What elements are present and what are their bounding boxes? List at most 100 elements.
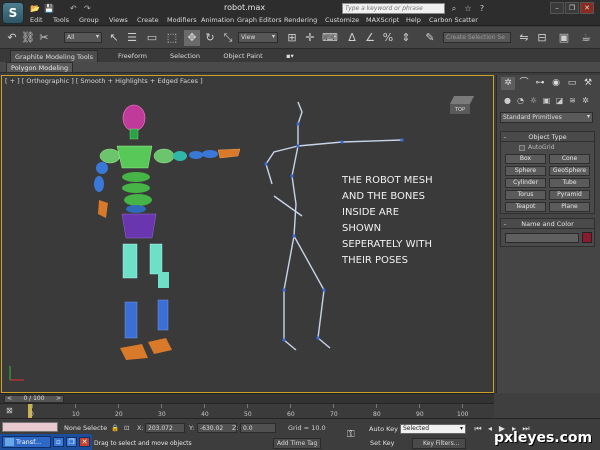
geosphere-button[interactable]: GeoSphere [549, 166, 590, 176]
add-time-tag-button[interactable]: Add Time Tag [273, 438, 322, 449]
percent-snap-icon[interactable]: % [380, 30, 396, 46]
tab-selection[interactable]: Selection [165, 50, 205, 62]
create-tab-icon[interactable]: ✲ [501, 77, 515, 90]
menu-carbon-scatter[interactable]: Carbon Scatter [429, 16, 478, 24]
cylinder-button[interactable]: Cylinder [505, 178, 546, 188]
selection-filter-dropdown[interactable]: All [64, 32, 102, 43]
snaps-icon[interactable]: ∆ [344, 30, 360, 46]
pivot-icon[interactable]: ⊞ [284, 30, 300, 46]
named-selection-dropdown[interactable]: Create Selection Se [443, 32, 511, 43]
z-coord-field[interactable]: 0.0 [240, 423, 276, 433]
sphere-button[interactable]: Sphere [505, 166, 546, 176]
key-set-dropdown[interactable]: Selected [400, 424, 466, 434]
menu-tools[interactable]: Tools [53, 16, 69, 24]
key-icon[interactable]: ⚿ [347, 429, 355, 440]
tube-button[interactable]: Tube [549, 178, 590, 188]
close-button[interactable]: ✕ [580, 2, 594, 14]
name-color-header[interactable]: Name and Color [501, 219, 594, 229]
viewcube[interactable]: TOP [450, 96, 474, 114]
key-filters-button[interactable]: Key Filters... [412, 438, 466, 449]
save-icon[interactable]: 💾 [44, 4, 54, 16]
binoculars-icon[interactable]: ⌕ [448, 3, 460, 14]
auto-key-button[interactable]: Auto Key [369, 425, 398, 433]
maxscript-listener-field[interactable] [2, 422, 58, 432]
mini-curve-editor-icon[interactable]: ⊠ [6, 406, 18, 416]
redo-icon[interactable]: ↷ [84, 4, 91, 16]
prev-frame-icon[interactable]: < [7, 396, 12, 402]
open-icon[interactable]: 📂 [30, 4, 40, 16]
undo-icon[interactable]: ↶ [70, 4, 77, 16]
menu-customize[interactable]: Customize [325, 16, 359, 24]
autogrid-checkbox[interactable]: AutoGrid [519, 144, 555, 151]
shapes-icon[interactable]: ◔ [514, 95, 527, 107]
utilities-tab-icon[interactable]: ⚒ [581, 77, 595, 90]
menu-edit[interactable]: Edit [30, 16, 43, 24]
taskbar-restore-icon[interactable]: ❐ [66, 437, 77, 447]
menu-animation[interactable]: Animation [201, 16, 234, 24]
geometry-icon[interactable]: ● [501, 95, 514, 107]
robot-mesh[interactable] [94, 104, 241, 360]
pyramid-button[interactable]: Pyramid [549, 190, 590, 200]
taskbar-minimize-icon[interactable]: ▫ [53, 437, 64, 447]
torus-button[interactable]: Torus [505, 190, 546, 200]
tab-polygon-modeling[interactable]: Polygon Modeling [6, 62, 74, 73]
set-key-button[interactable]: Set Key [370, 439, 395, 447]
tab-object-paint[interactable]: Object Paint [218, 50, 268, 62]
viewport[interactable]: [ + ] [ Orthographic ] [ Smooth + Highli… [1, 75, 494, 393]
space-warps-icon[interactable]: ≋ [566, 95, 579, 107]
modify-tab-icon[interactable]: ⌒ [517, 77, 531, 90]
track-bar[interactable]: ⊠ 0 10 20 30 40 50 60 70 80 90 100 [0, 403, 494, 419]
render-setup-icon[interactable]: ▣ [556, 30, 572, 46]
select-by-name-icon[interactable]: ☰ [124, 30, 140, 46]
restore-button[interactable]: ❐ [565, 2, 579, 14]
cone-button[interactable]: Cone [549, 154, 590, 164]
menu-views[interactable]: Views [109, 16, 128, 24]
unlink-icon[interactable]: ✂ [36, 30, 52, 46]
time-slider[interactable]: < 0 / 100 > [0, 393, 494, 403]
x-coord-field[interactable]: 203.072 [145, 423, 185, 433]
window-crossing-icon[interactable]: ⬚ [164, 30, 180, 46]
edit-named-selection-icon[interactable]: ✎ [422, 30, 438, 46]
manipulate-icon[interactable]: ✛ [302, 30, 318, 46]
angle-snap-icon[interactable]: ∠ [362, 30, 378, 46]
primitive-category-dropdown[interactable]: Standard Primitives [500, 112, 593, 123]
align-icon[interactable]: ⊟ [534, 30, 550, 46]
rect-selection-icon[interactable]: ▭ [144, 30, 160, 46]
absolute-mode-icon[interactable]: ⊡ [124, 424, 129, 432]
menu-graph-editors[interactable]: Graph Editors [237, 16, 282, 24]
help-icon[interactable]: ? [476, 3, 488, 14]
teapot-button[interactable]: Teapot [505, 202, 546, 212]
systems-icon[interactable]: ✲ [579, 95, 592, 107]
object-type-header[interactable]: Object Type [501, 132, 594, 142]
plane-button[interactable]: Plane [549, 202, 590, 212]
ribbon-options-icon[interactable]: ▪▾ [282, 50, 298, 62]
menu-create[interactable]: Create [137, 16, 159, 24]
app-logo-button[interactable]: S [2, 2, 24, 24]
undo-tool-icon[interactable]: ↶ [4, 30, 20, 46]
object-name-field[interactable] [505, 233, 579, 243]
lights-icon[interactable]: ☼ [527, 95, 540, 107]
menu-rendering[interactable]: Rendering [284, 16, 317, 24]
spinner-snap-icon[interactable]: ⇕ [398, 30, 414, 46]
helpers-icon[interactable]: ◪ [553, 95, 566, 107]
move-icon[interactable]: ✥ [184, 30, 200, 46]
menu-maxscript[interactable]: MAXScript [366, 16, 399, 24]
select-object-icon[interactable]: ↖ [106, 30, 122, 46]
render-icon[interactable]: ☕ [578, 30, 594, 46]
search-input[interactable]: Type a keyword or phrase [342, 3, 445, 14]
display-tab-icon[interactable]: ▭ [565, 77, 579, 90]
tab-graphite-modeling[interactable]: Graphite Modeling Tools [10, 50, 98, 62]
go-to-start-icon[interactable]: ⏮ [472, 423, 484, 435]
rotate-icon[interactable]: ↻ [202, 30, 218, 46]
y-coord-field[interactable]: -630.02 [197, 423, 237, 433]
keyboard-shortcut-icon[interactable]: ⌨ [322, 30, 338, 46]
mirror-icon[interactable]: ⇋ [516, 30, 532, 46]
menu-modifiers[interactable]: Modifiers [167, 16, 197, 24]
taskbar-close-icon[interactable]: ✕ [79, 437, 90, 447]
next-frame-icon[interactable]: > [56, 396, 61, 402]
minimize-button[interactable]: – [550, 2, 564, 14]
motion-tab-icon[interactable]: ◉ [549, 77, 563, 90]
time-slider-thumb[interactable]: < 0 / 100 > [4, 395, 64, 403]
link-icon[interactable]: ⛓ [20, 30, 36, 46]
reference-coordinate-dropdown[interactable]: View [238, 32, 278, 43]
